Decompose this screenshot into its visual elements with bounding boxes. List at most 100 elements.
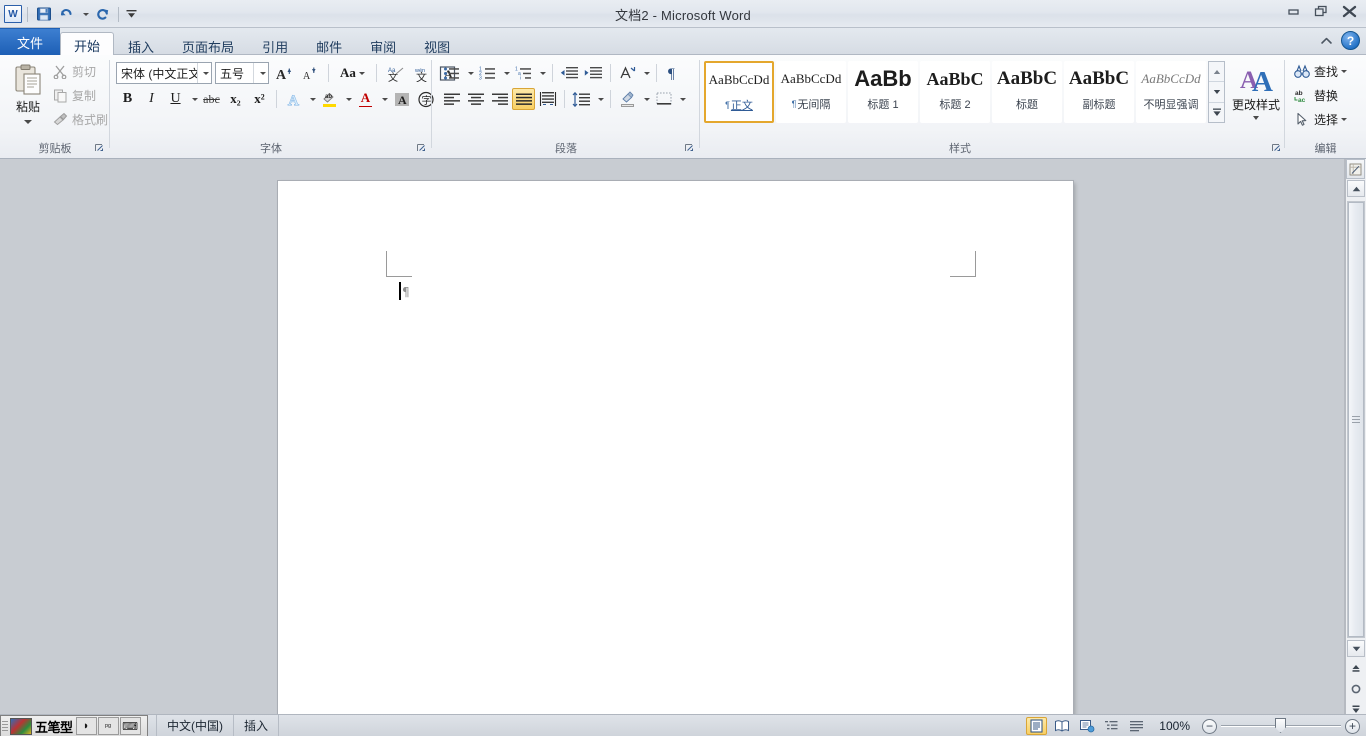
strikethrough-button[interactable]: abc	[200, 88, 223, 110]
borders-dropdown[interactable]	[676, 88, 687, 110]
align-center-button[interactable]	[464, 88, 487, 110]
tab-file[interactable]: 文件	[0, 28, 60, 55]
borders-button[interactable]	[652, 88, 675, 110]
ime-punctuation-button[interactable]: ᵖᵍ	[98, 717, 119, 735]
font-size-dropdown[interactable]	[253, 63, 268, 83]
increase-indent-button[interactable]	[582, 62, 605, 84]
view-print-layout-button[interactable]	[1026, 717, 1047, 735]
scroll-thumb[interactable]	[1348, 202, 1364, 637]
ime-toolbar[interactable]: 五笔型 ◗ ᵖᵍ ⌨	[0, 715, 148, 736]
style-item-title[interactable]: AaBbC 标题	[992, 61, 1062, 123]
decrease-indent-button[interactable]	[558, 62, 581, 84]
browse-object-button[interactable]	[1347, 680, 1365, 698]
ime-softkeyboard-button[interactable]: ⌨	[120, 717, 141, 735]
minimize-ribbon-button[interactable]	[1317, 32, 1335, 50]
sort-dropdown[interactable]	[640, 62, 651, 84]
scroll-down-button[interactable]	[1347, 640, 1365, 657]
font-dialog-launcher[interactable]	[415, 142, 428, 155]
highlight-color-button[interactable]: ab	[318, 88, 341, 110]
ime-drag-handle[interactable]	[2, 717, 8, 735]
document-page[interactable]: ¶	[278, 181, 1073, 736]
styles-more-button[interactable]	[1209, 103, 1224, 122]
view-ruler-button[interactable]	[1346, 159, 1365, 179]
italic-button[interactable]: I	[140, 88, 163, 110]
multilevel-dropdown[interactable]	[536, 62, 547, 84]
minimize-button[interactable]	[1280, 1, 1306, 21]
numbering-button[interactable]: 1 2 3	[476, 62, 499, 84]
character-shading-button[interactable]: A	[390, 88, 413, 110]
view-outline-button[interactable]	[1101, 717, 1122, 735]
change-styles-button[interactable]: A A 更改样式	[1230, 60, 1282, 130]
bullets-button[interactable]	[440, 62, 463, 84]
scroll-track[interactable]	[1347, 201, 1365, 638]
select-button[interactable]: 选择	[1291, 108, 1363, 130]
tab-home[interactable]: 开始	[60, 32, 114, 57]
underline-button[interactable]: U	[164, 88, 187, 110]
subscript-button[interactable]: x₂	[224, 88, 247, 110]
style-item-heading-1[interactable]: AaBb 标题 1	[848, 61, 918, 123]
cut-button[interactable]: 剪切	[50, 60, 108, 82]
paste-button[interactable]: 粘贴	[6, 60, 50, 128]
font-name-dropdown[interactable]	[197, 63, 211, 83]
superscript-button[interactable]: x²	[248, 88, 271, 110]
numbering-dropdown[interactable]	[500, 62, 511, 84]
justify-button[interactable]	[512, 88, 535, 110]
styles-dialog-launcher[interactable]	[1270, 142, 1283, 155]
zoom-slider[interactable]	[1221, 715, 1341, 736]
zoom-slider-handle[interactable]	[1275, 718, 1286, 733]
line-spacing-button[interactable]	[570, 88, 593, 110]
style-item-subtitle[interactable]: AaBbC 副标题	[1064, 61, 1134, 123]
shrink-font-button[interactable]: A	[298, 62, 321, 84]
bullets-dropdown[interactable]	[464, 62, 475, 84]
replace-button[interactable]: ab ac 替换	[1291, 84, 1363, 106]
bold-button[interactable]: B	[116, 88, 139, 110]
style-item-heading-2[interactable]: AaBbC 标题 2	[920, 61, 990, 123]
zoom-level-label[interactable]: 100%	[1151, 719, 1198, 733]
view-full-screen-reading-button[interactable]	[1051, 717, 1072, 735]
font-size-combo[interactable]: 五号	[215, 62, 269, 84]
paragraph-dialog-launcher[interactable]	[683, 142, 696, 155]
status-language[interactable]: 中文(中国)	[156, 715, 234, 736]
previous-page-button[interactable]	[1347, 660, 1365, 678]
sort-button[interactable]	[616, 62, 639, 84]
close-button[interactable]	[1336, 1, 1362, 21]
phonetic-guide-button[interactable]: Aa 文	[384, 62, 407, 84]
vertical-scrollbar[interactable]	[1345, 159, 1366, 714]
copy-button[interactable]: 复制	[50, 84, 108, 106]
line-spacing-dropdown[interactable]	[594, 88, 605, 110]
zoom-in-button[interactable]: +	[1345, 719, 1360, 734]
style-item-subtle-emphasis[interactable]: AaBbCcDd 不明显强调	[1136, 61, 1206, 123]
ime-shape-button[interactable]: ◗	[76, 717, 97, 735]
font-name-combo[interactable]: 宋体 (中文正文	[116, 62, 212, 84]
character-border-button[interactable]: wén 文	[410, 62, 433, 84]
text-effects-dropdown[interactable]	[306, 88, 317, 110]
grow-font-button[interactable]: A	[272, 62, 295, 84]
highlight-dropdown[interactable]	[342, 88, 353, 110]
styles-scroll-up-button[interactable]	[1209, 62, 1224, 82]
multilevel-list-button[interactable]: 1 a i	[512, 62, 535, 84]
style-item-no-spacing[interactable]: AaBbCcDd ¶ 无间隔	[776, 61, 846, 123]
underline-dropdown[interactable]	[188, 88, 199, 110]
clipboard-dialog-launcher[interactable]	[93, 142, 106, 155]
text-effects-button[interactable]: A A	[282, 88, 305, 110]
distribute-button[interactable]	[536, 88, 559, 110]
font-color-button[interactable]: A	[354, 88, 377, 110]
shading-dropdown[interactable]	[640, 88, 651, 110]
find-button[interactable]: 查找	[1291, 60, 1363, 82]
help-button[interactable]: ?	[1341, 31, 1360, 50]
status-insert-mode[interactable]: 插入	[234, 715, 279, 736]
restore-button[interactable]	[1308, 1, 1334, 21]
scroll-up-button[interactable]	[1347, 180, 1365, 197]
align-left-button[interactable]	[440, 88, 463, 110]
font-color-dropdown[interactable]	[378, 88, 389, 110]
format-painter-button[interactable]: 格式刷	[50, 108, 108, 130]
show-formatting-marks-button[interactable]: ¶	[662, 62, 685, 84]
shading-button[interactable]	[616, 88, 639, 110]
change-case-button[interactable]: Aa	[336, 62, 369, 84]
zoom-out-button[interactable]: −	[1202, 719, 1217, 734]
view-draft-button[interactable]	[1126, 717, 1147, 735]
view-web-layout-button[interactable]	[1076, 717, 1097, 735]
style-item-normal[interactable]: AaBbCcDd ¶ 正文	[704, 61, 774, 123]
align-right-button[interactable]	[488, 88, 511, 110]
styles-scroll-down-button[interactable]	[1209, 82, 1224, 102]
